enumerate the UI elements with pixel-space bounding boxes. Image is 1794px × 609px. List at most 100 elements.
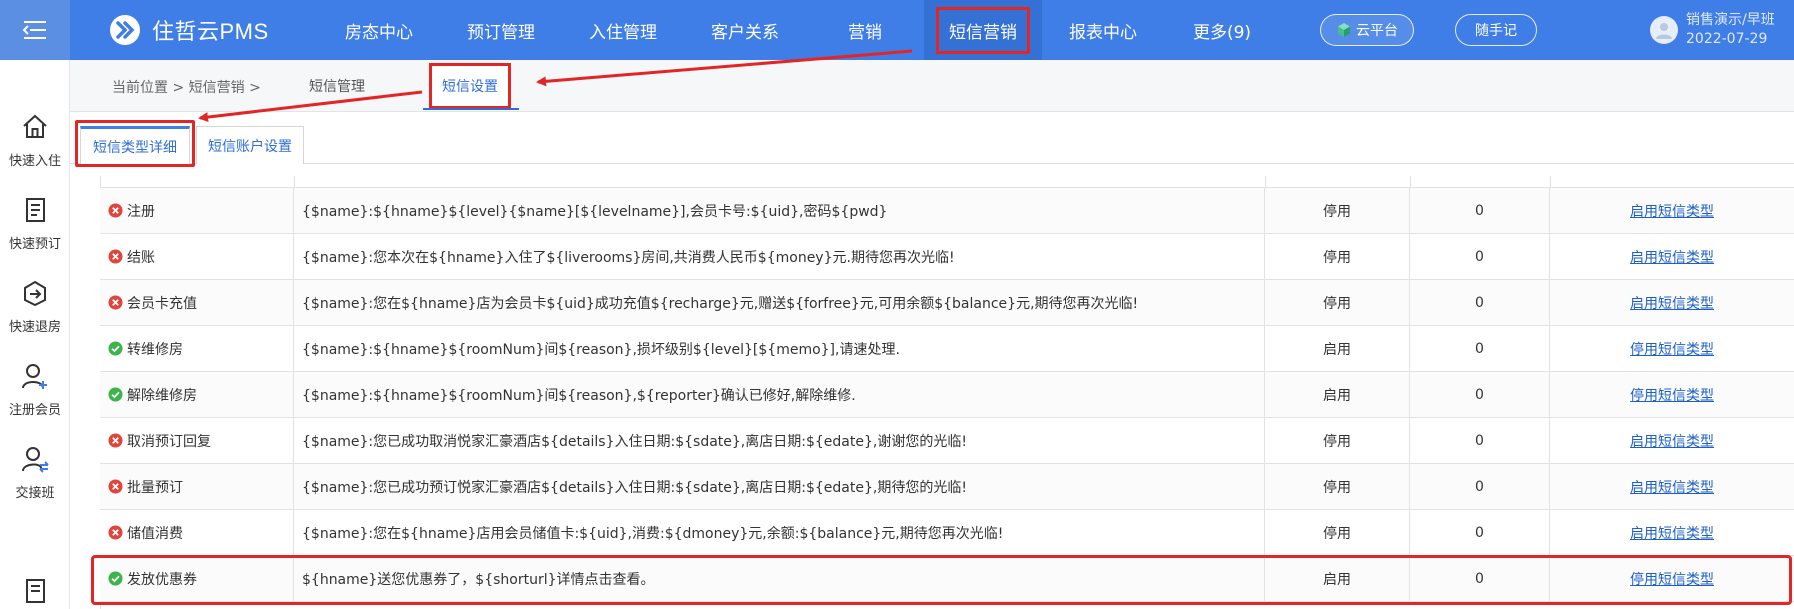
user-menu[interactable]: 销售演示/早班 2022-07-29 <box>1650 11 1775 49</box>
status-cell: 启用 <box>1265 371 1410 418</box>
cube-icon <box>1338 23 1350 37</box>
user-info: 销售演示/早班 2022-07-29 <box>1686 11 1775 49</box>
status-text: 停用 <box>1323 249 1351 266</box>
logo-icon <box>110 15 140 45</box>
status-cell: 启用 <box>1265 555 1410 602</box>
count-cell: 0 <box>1410 187 1550 234</box>
sms-template-cell: {$name}:${hname}${level}{$name}[${leveln… <box>294 187 1265 234</box>
sms-template-text: ${hname}送您优惠券了，${shorturl}详情点击查看。 <box>302 571 655 588</box>
quick-action-sidebar: 快速入住 快速预订 快速退房 注册会员 交接班 <box>0 60 70 609</box>
subtab-label: 短信设置 <box>429 63 511 109</box>
tab-sms-account-settings[interactable]: 短信账户设置 <box>196 126 304 164</box>
enable-sms-type-link[interactable]: 启用短信类型 <box>1630 247 1714 267</box>
action-cell: 停用短信类型 <box>1550 556 1794 602</box>
status-text: 停用 <box>1323 525 1351 542</box>
sms-type-name: 发放优惠券 <box>127 571 197 588</box>
disable-sms-type-link[interactable]: 停用短信类型 <box>1630 339 1714 359</box>
sidebar-item-label: 交接班 <box>15 485 55 501</box>
sms-type-name: 会员卡充值 <box>127 295 197 312</box>
send-count: 0 <box>1475 432 1484 449</box>
check-circle-icon <box>108 571 123 586</box>
count-cell: 0 <box>1410 371 1550 418</box>
sidebar-item-register-member[interactable]: 注册会员 <box>0 349 70 429</box>
cloud-platform-label: 云平台 <box>1356 23 1398 39</box>
nav-label: 更多(9) <box>1192 22 1252 43</box>
logo: 住哲云PMS <box>108 13 269 47</box>
nav-room-status[interactable]: 房态中心 <box>318 0 440 60</box>
disable-sms-type-link[interactable]: 停用短信类型 <box>1630 385 1714 405</box>
sidebar-item-quick-checkin[interactable]: 快速入住 <box>0 100 70 180</box>
status-cell: 停用 <box>1265 463 1410 510</box>
notes-button[interactable]: 随手记 <box>1455 14 1537 46</box>
nav-reports[interactable]: 报表中心 <box>1042 0 1164 60</box>
enable-sms-type-link[interactable]: 启用短信类型 <box>1630 523 1714 543</box>
status-cell: 启用 <box>1265 325 1410 372</box>
x-circle-icon <box>108 525 123 540</box>
enable-sms-type-link[interactable]: 启用短信类型 <box>1630 431 1714 451</box>
nav-label: 入住管理 <box>589 22 657 43</box>
subtab-sms-settings[interactable]: 短信设置 <box>422 60 518 112</box>
sms-type-name-cell: 储值消费 <box>100 509 294 556</box>
status-text: 启用 <box>1323 571 1351 588</box>
sidebar-item-more[interactable] <box>0 550 70 609</box>
send-count: 0 <box>1475 248 1484 265</box>
enable-sms-type-link[interactable]: 启用短信类型 <box>1630 477 1714 497</box>
menu-toggle-button[interactable] <box>0 0 70 60</box>
sidebar-item-shift-handover[interactable]: 交接班 <box>0 432 70 512</box>
nav-reservation[interactable]: 预订管理 <box>440 0 562 60</box>
active-subtab-indicator <box>423 108 519 110</box>
enable-sms-type-link[interactable]: 启用短信类型 <box>1630 293 1714 313</box>
check-circle-icon <box>108 387 123 402</box>
count-cell: 0 <box>1410 555 1550 602</box>
sms-type-name-cell: 结账 <box>100 233 294 280</box>
action-cell: 启用短信类型 <box>1550 234 1794 280</box>
disable-sms-type-link[interactable]: 停用短信类型 <box>1630 569 1714 589</box>
nav-sms-marketing[interactable]: 短信营销 <box>924 0 1042 60</box>
sms-template-cell: ${hname}送您优惠券了，${shorturl}详情点击查看。 <box>294 555 1265 602</box>
status-text: 停用 <box>1323 295 1351 312</box>
sms-type-name: 结账 <box>127 249 155 266</box>
action-cell: 停用短信类型 <box>1550 372 1794 418</box>
subtab-sms-management[interactable]: 短信管理 <box>282 60 392 112</box>
table-row: 转维修房 {$name}:${hname}${roomNum}间${reason… <box>100 325 1794 372</box>
sms-type-name: 批量预订 <box>127 479 183 496</box>
send-count: 0 <box>1475 524 1484 541</box>
count-cell: 0 <box>1410 233 1550 280</box>
table-row: 发放优惠券 ${hname}送您优惠券了，${shorturl}详情点击查看。 … <box>100 555 1794 602</box>
sms-type-name: 解除维修房 <box>127 387 197 404</box>
sms-type-name-cell: 注册 <box>100 187 294 234</box>
subtab-label: 短信管理 <box>309 79 365 95</box>
send-count: 0 <box>1475 340 1484 357</box>
top-navigation-bar: 住哲云PMS 房态中心 预订管理 入住管理 客户关系 营销 短信营销 报表中心 … <box>0 0 1794 60</box>
cloud-platform-button[interactable]: 云平台 <box>1320 14 1414 46</box>
sms-type-name: 注册 <box>127 203 155 220</box>
action-cell: 启用短信类型 <box>1550 510 1794 556</box>
nav-more[interactable]: 更多(9) <box>1164 0 1280 60</box>
breadcrumb-bar: 当前位置 > 短信营销 > 短信管理 短信设置 <box>70 60 1794 112</box>
tab-sms-type-detail[interactable]: 短信类型详细 <box>80 126 190 164</box>
nav-crm[interactable]: 客户关系 <box>684 0 806 60</box>
sms-type-name: 取消预订回复 <box>127 433 211 450</box>
nav-marketing[interactable]: 营销 <box>806 0 924 60</box>
sidebar-item-quick-checkout[interactable]: 快速退房 <box>0 266 70 346</box>
sms-template-text: {$name}:${hname}${roomNum}间${reason},损坏级… <box>302 341 900 358</box>
user-date: 2022-07-29 <box>1686 31 1768 47</box>
breadcrumb: 当前位置 > 短信营销 > <box>112 80 261 96</box>
tab-label: 短信账户设置 <box>208 138 292 155</box>
table-row: 储值消费 {$name}:您在${hname}店用会员储值卡:${uid},消费… <box>100 509 1794 556</box>
sms-template-cell: {$name}:您已成功取消悦家汇豪酒店${details}入住日期:${sda… <box>294 417 1265 464</box>
action-cell: 启用短信类型 <box>1550 188 1794 234</box>
sidebar-item-quick-booking[interactable]: 快速预订 <box>0 183 70 263</box>
table-row: 批量预订 {$name}:您已成功预订悦家汇豪酒店${details}入住日期:… <box>100 463 1794 510</box>
send-count: 0 <box>1475 202 1484 219</box>
nav-label: 房态中心 <box>345 22 413 43</box>
user-name: 销售演示/早班 <box>1686 12 1775 28</box>
send-count: 0 <box>1475 478 1484 495</box>
table-row: 结账 {$name}:您本次在${hname}入住了${liverooms}房间… <box>100 233 1794 280</box>
sms-type-name-cell: 取消预订回复 <box>100 417 294 464</box>
main-nav: 房态中心 预订管理 入住管理 客户关系 营销 短信营销 报表中心 更多(9) <box>318 0 1280 60</box>
nav-checkin[interactable]: 入住管理 <box>562 0 684 60</box>
enable-sms-type-link[interactable]: 启用短信类型 <box>1630 201 1714 221</box>
status-text: 停用 <box>1323 433 1351 450</box>
sms-template-text: {$name}:您在${hname}店用会员储值卡:${uid},消费:${dm… <box>302 525 1004 542</box>
